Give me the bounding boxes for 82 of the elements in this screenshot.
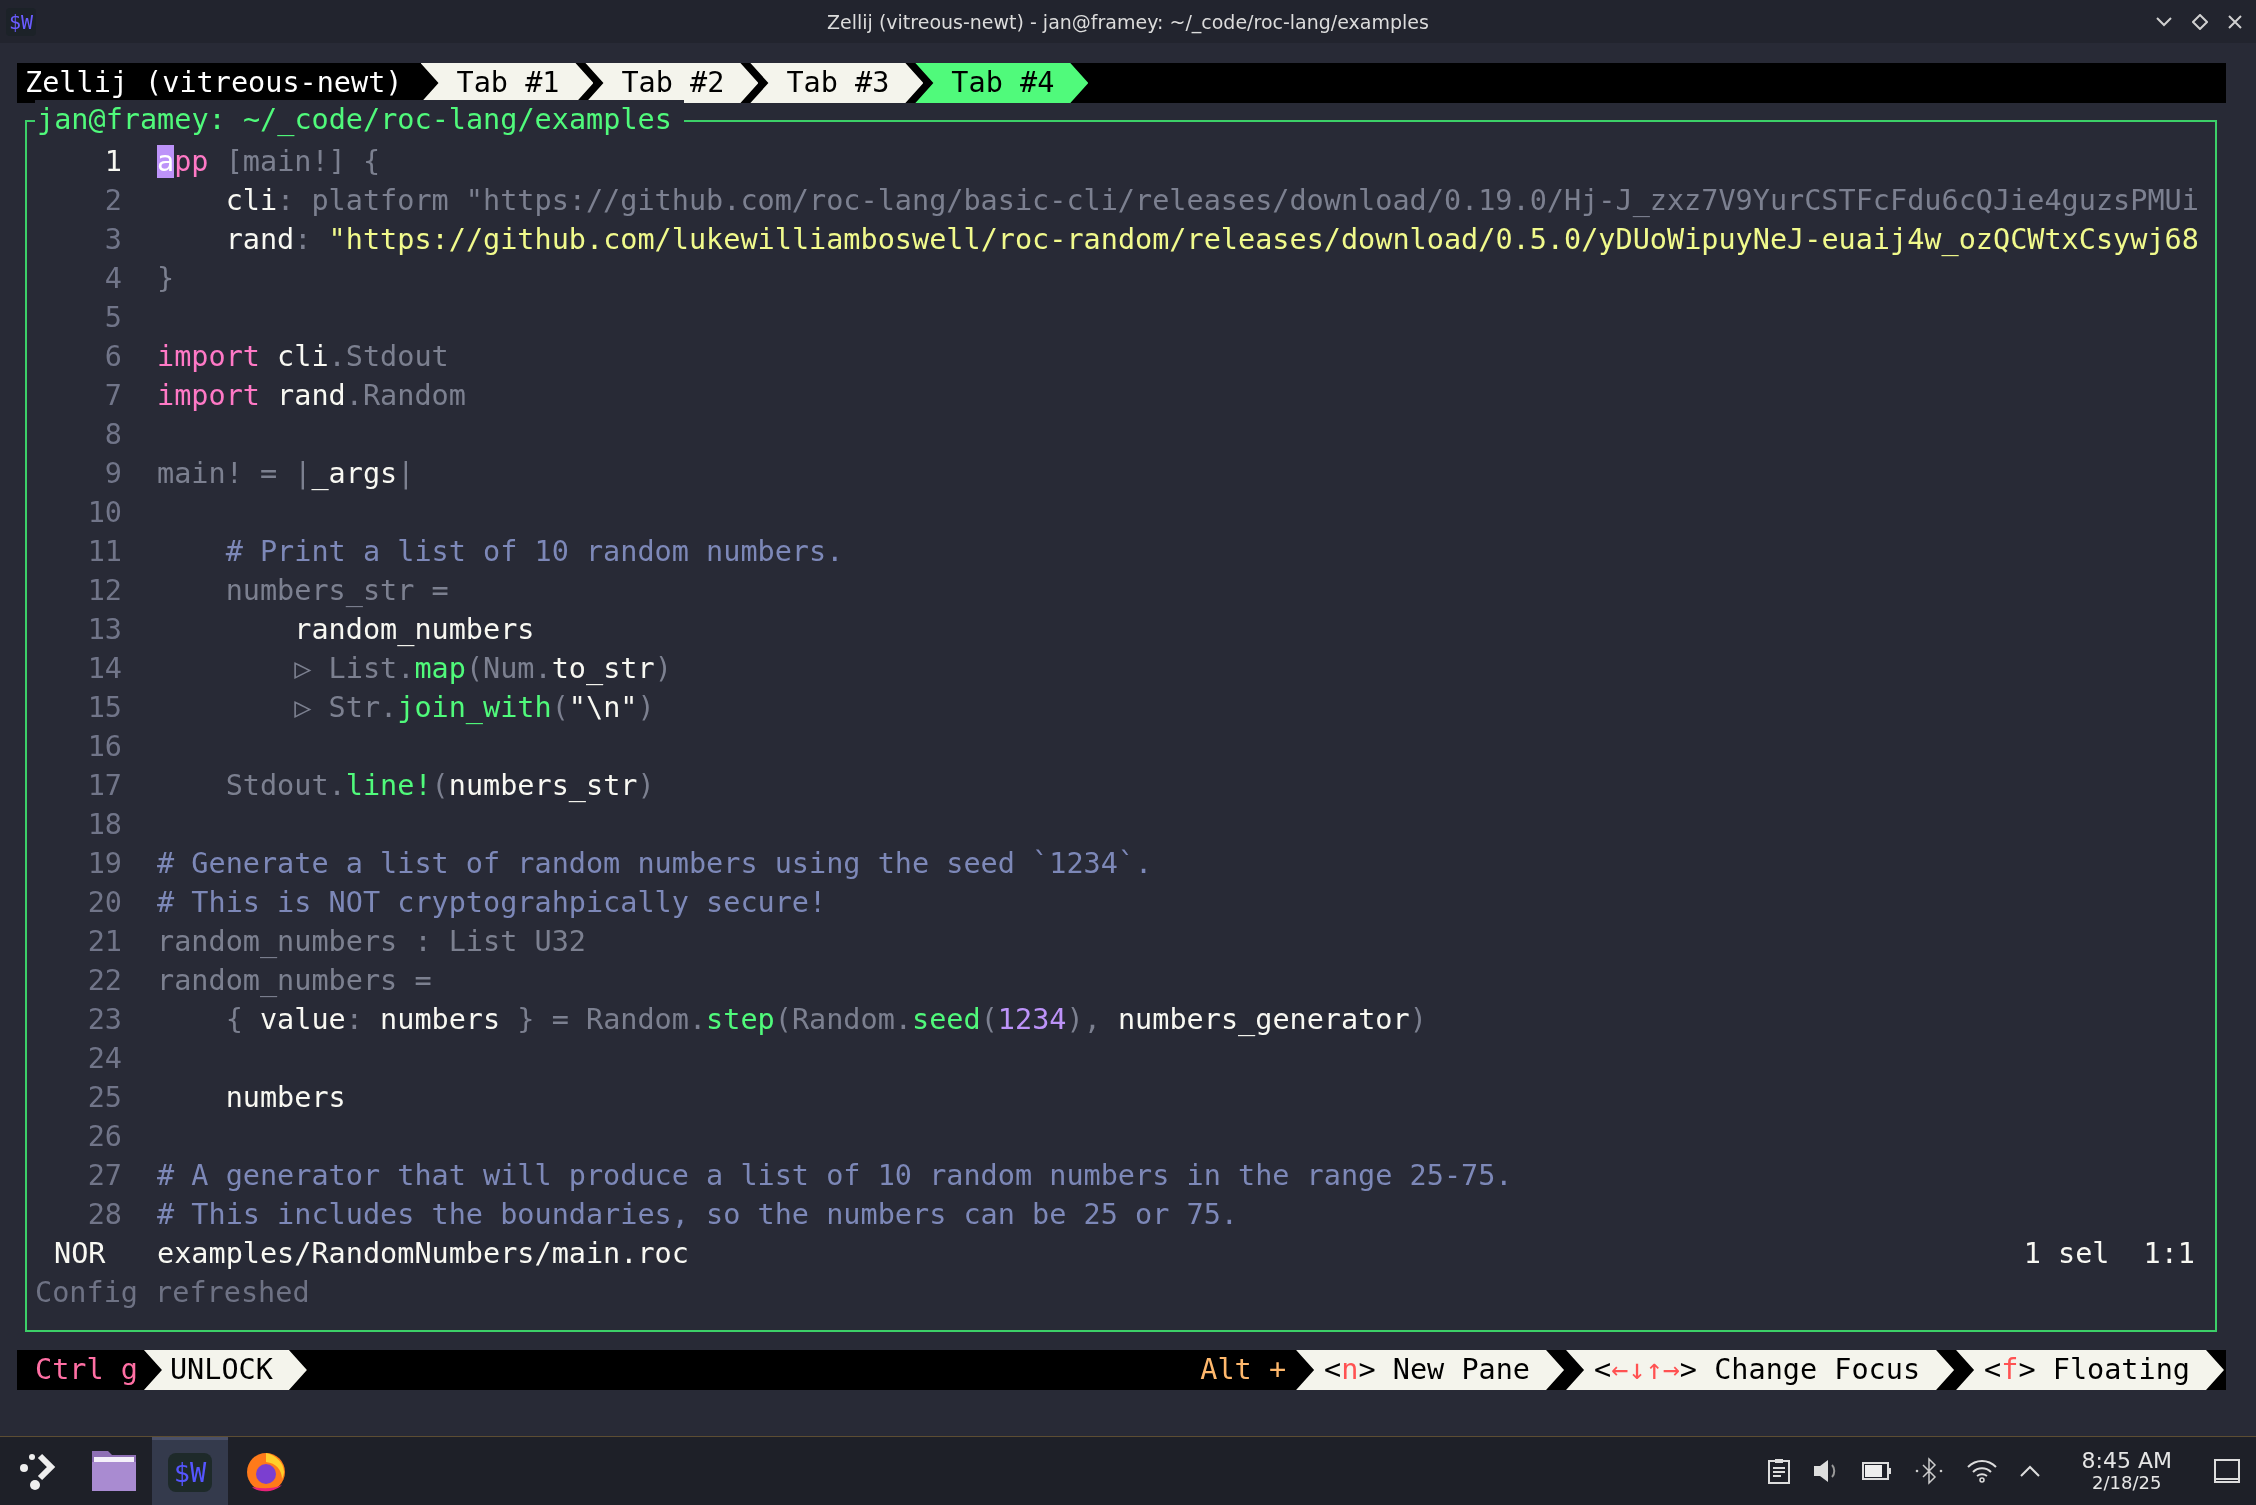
code-line: random_numbers : List U32 <box>157 924 586 960</box>
clipboard-icon[interactable] <box>1767 1458 1790 1484</box>
minimize-icon[interactable] <box>2156 16 2172 27</box>
window-title: Zellij (vitreous-newt) - jan@framey: ~/_code/roc-lang/examples <box>827 10 1429 33</box>
line-number: 19 <box>86 846 122 882</box>
selection-count: 1 sel <box>2023 1236 2110 1272</box>
code-line: # This includes the boundaries, so the numbers can be 25 or 75. <box>157 1197 1238 1233</box>
code-line: cli: platform "https://github.com/roc-lang/basic-cli/releases/download/0.19.0/Hj-J_zxz7V9YurCSTFcFdu6cQJie4guzsPMUi <box>224 183 2199 219</box>
line-number: 2 <box>103 183 122 219</box>
line-number: 6 <box>103 339 122 375</box>
launcher-icon <box>18 1452 58 1490</box>
code-line: main! = |_args| <box>157 456 415 492</box>
file-path: examples/RandomNumbers/main.roc <box>157 1236 689 1272</box>
code-line: numbers_str = <box>224 573 449 609</box>
shortcut-hint[interactable]: <←↓↑→> Change Focus <box>1566 1350 1955 1390</box>
code-line: random_numbers <box>293 612 535 648</box>
code-line: ▷ List.map(Num.to_str) <box>293 651 672 687</box>
code-line: # Print a list of 10 random numbers. <box>224 534 844 570</box>
code-line: app [main!] { <box>157 144 381 180</box>
line-number: 27 <box>86 1158 122 1194</box>
pane-title: jan@framey: ~/_code/roc-lang/examples <box>35 100 684 140</box>
line-number: 14 <box>86 651 122 687</box>
show-desktop-icon[interactable] <box>2214 1459 2240 1483</box>
unlock-hint[interactable]: UNLOCK <box>143 1350 307 1390</box>
modifier-key: Alt + <box>1200 1350 1287 1390</box>
cursor-position: 1:1 <box>2143 1236 2195 1272</box>
diamond-icon[interactable] <box>2192 13 2208 30</box>
chevron-up-icon[interactable] <box>2019 1465 2040 1477</box>
line-number: 20 <box>86 885 122 921</box>
code-line: ▷ Str.join_with("\n") <box>293 690 655 726</box>
line-number: 12 <box>86 573 122 609</box>
line-number: 15 <box>86 690 122 726</box>
code-line: # This is NOT cryptograhpically secure! <box>157 885 827 921</box>
line-number: 10 <box>86 495 122 531</box>
terminal-app-icon: $W <box>167 1453 213 1492</box>
line-number: 24 <box>86 1041 122 1077</box>
line-number: 9 <box>103 456 122 492</box>
code-line: import cli.Stdout <box>157 339 449 375</box>
clock-date[interactable]: 2/18/25 <box>2092 1474 2162 1492</box>
session-name: Zellij (vitreous-newt) <box>24 65 404 101</box>
line-number: 1 <box>103 144 122 180</box>
shortcut-hint[interactable]: <f> Floating <box>1956 1350 2224 1390</box>
line-number: 3 <box>103 222 122 258</box>
folder-icon <box>90 1449 138 1493</box>
shortcut-key: Ctrl g <box>35 1350 138 1390</box>
status-message: Config refreshed <box>35 1275 310 1311</box>
line-number: 13 <box>86 612 122 648</box>
line-number: 18 <box>86 807 122 843</box>
code-line: { value: numbers } = Random.step(Random.seed(1234), numbers_generator) <box>224 1002 1427 1038</box>
code-line: # A generator that will produce a list of 10 random numbers in the range 25-75. <box>157 1158 1513 1194</box>
code-line: rand: "https://github.com/lukewilliamboswell/roc-random/releases/download/0.5.0/yDUoWipuyNeJ-euaij4w_ozQCWtxCsywj68 <box>224 222 2199 258</box>
line-number: 26 <box>86 1119 122 1155</box>
line-number: 23 <box>86 1002 122 1038</box>
code-line: numbers <box>224 1080 346 1116</box>
wifi-icon[interactable] <box>1965 1458 1998 1484</box>
bluetooth-icon[interactable] <box>1913 1457 1944 1485</box>
tab[interactable]: Tab #2 <box>585 63 759 103</box>
clock-time[interactable]: 8:45 AM <box>2081 1450 2172 1472</box>
line-number: 4 <box>103 261 122 297</box>
tab[interactable]: Tab #3 <box>750 63 924 103</box>
battery-icon[interactable] <box>1861 1462 1892 1480</box>
line-number: 7 <box>103 378 122 414</box>
line-number: 5 <box>103 300 122 336</box>
code-line: # Generate a list of random numbers using the seed `1234`. <box>157 846 1153 882</box>
code-line: Stdout.line!(numbers_str) <box>224 768 655 804</box>
tab[interactable]: Tab #1 <box>420 63 594 103</box>
line-number: 21 <box>86 924 122 960</box>
line-number: 28 <box>86 1197 122 1233</box>
line-number: 25 <box>86 1080 122 1116</box>
code-line: import rand.Random <box>157 378 466 414</box>
line-number: 16 <box>86 729 122 765</box>
mode-indicator: NOR <box>54 1236 107 1272</box>
app-icon: $W <box>6 7 37 36</box>
code-line: random_numbers = <box>157 963 432 999</box>
line-number: 22 <box>86 963 122 999</box>
tab[interactable]: Tab #4 <box>915 63 1089 103</box>
shortcut-hint[interactable]: <n> New Pane <box>1296 1350 1565 1390</box>
line-number: 11 <box>86 534 122 570</box>
close-icon[interactable] <box>2228 14 2242 29</box>
code-line: } <box>157 261 175 297</box>
line-number: 17 <box>86 768 122 804</box>
line-number: 8 <box>103 417 122 453</box>
